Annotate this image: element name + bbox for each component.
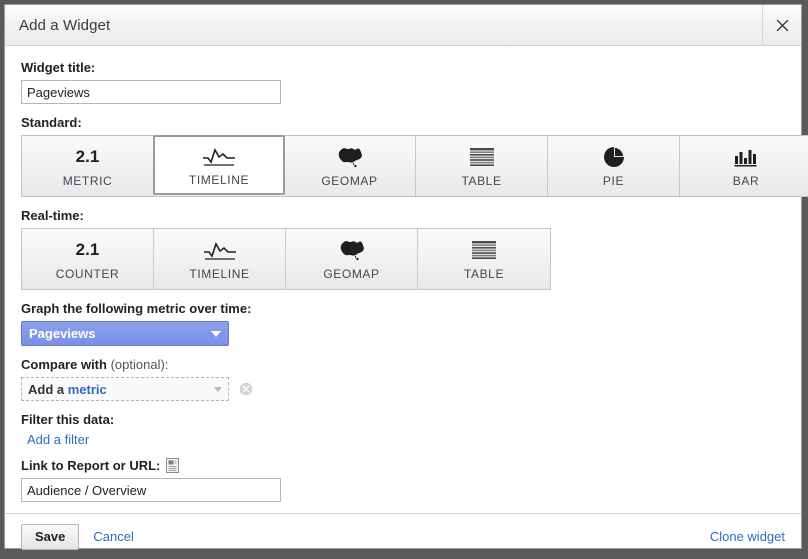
tile-label: GEOMAP	[321, 174, 378, 188]
widget-title-label: Widget title:	[21, 60, 96, 75]
tile-label: TABLE	[461, 174, 502, 188]
compare-section: Compare with (optional): Add a metric	[21, 357, 785, 401]
table-rows-icon	[468, 144, 496, 170]
link-report-label: Link to Report or URL:	[21, 458, 161, 473]
remove-circle-icon[interactable]	[239, 382, 253, 396]
number-2-1-icon: 2.1	[76, 144, 100, 170]
tile-label: COUNTER	[55, 267, 120, 281]
dialog-titlebar: Add a Widget	[5, 5, 801, 46]
compare-row: Add a metric	[21, 377, 785, 401]
metric-section: Graph the following metric over time: Pa…	[21, 301, 785, 346]
compare-label-bold: Compare with	[21, 357, 107, 372]
link-report-label-row: Link to Report or URL:	[21, 458, 785, 473]
tile-realtime-timeline[interactable]: TIMELINE	[154, 229, 286, 289]
filter-section: Filter this data: Add a filter	[21, 412, 785, 447]
australia-map-icon	[337, 237, 367, 263]
compare-metric-link[interactable]: metric	[68, 382, 107, 397]
bar-chart-icon	[733, 144, 759, 170]
tile-label: TIMELINE	[189, 267, 250, 281]
realtime-tile-row: 2.1 COUNTER TIMELINE GEOMAP TABLE	[21, 228, 551, 290]
widget-title-section: Widget title:	[21, 60, 785, 104]
tile-realtime-table[interactable]: TABLE	[418, 229, 550, 289]
tile-label: PIE	[602, 174, 625, 188]
save-button[interactable]: Save	[21, 523, 80, 550]
compare-placeholder: Add a metric	[28, 382, 214, 397]
compare-prefix: Add a	[28, 381, 65, 397]
dialog-body: Widget title: Standard: 2.1 METRIC	[5, 46, 808, 513]
tile-label: TABLE	[463, 267, 505, 281]
number-2-1-icon: 2.1	[76, 237, 100, 263]
tile-standard-table[interactable]: TABLE	[416, 136, 548, 196]
counter-number-glyph: 2.1	[75, 240, 100, 259]
metric-label: Graph the following metric over time:	[21, 301, 252, 316]
tile-standard-pie[interactable]: PIE	[548, 136, 680, 196]
cancel-link[interactable]: Cancel	[93, 529, 133, 544]
tile-label: METRIC	[62, 174, 113, 188]
close-button[interactable]	[762, 5, 801, 45]
tile-standard-geomap[interactable]: GEOMAP	[284, 136, 416, 196]
realtime-section: Real-time: 2.1 COUNTER TIMELINE GEOMAP T…	[21, 208, 785, 290]
dialog-footer: Save Cancel Clone widget	[5, 513, 801, 559]
footer-right-group: Clone widget	[710, 529, 785, 544]
close-icon	[776, 19, 789, 32]
footer-left-group: Save Cancel	[21, 523, 710, 550]
compare-label: Compare with (optional):	[21, 357, 785, 372]
tile-realtime-counter[interactable]: 2.1 COUNTER	[22, 229, 154, 289]
realtime-label: Real-time:	[21, 208, 84, 223]
compare-label-optional: (optional):	[110, 357, 169, 372]
widget-title-input[interactable]	[21, 80, 281, 104]
tile-label: GEOMAP	[323, 267, 380, 281]
tile-standard-bar[interactable]: BAR	[680, 136, 808, 196]
standard-tile-row: 2.1 METRIC TIMELINE GEOMAP TABLE PIE BAR	[21, 135, 808, 197]
link-report-section: Link to Report or URL:	[21, 458, 785, 502]
australia-map-icon	[335, 144, 365, 170]
link-report-input[interactable]	[21, 478, 281, 502]
sparkline-icon	[203, 237, 237, 263]
metric-selected-value: Pageviews	[29, 326, 96, 341]
dialog-title: Add a Widget	[19, 16, 111, 34]
standard-label: Standard:	[21, 115, 82, 130]
chevron-down-icon	[214, 386, 222, 392]
pie-chart-icon	[602, 144, 626, 170]
chevron-down-icon	[211, 330, 221, 337]
tile-standard-timeline[interactable]: TIMELINE	[153, 135, 285, 195]
metric-select[interactable]: Pageviews	[21, 321, 229, 346]
table-rows-icon	[470, 237, 498, 263]
tile-realtime-geomap[interactable]: GEOMAP	[286, 229, 418, 289]
tile-standard-metric[interactable]: 2.1 METRIC	[22, 136, 154, 196]
compare-metric-select[interactable]: Add a metric	[21, 377, 229, 401]
tile-label: BAR	[732, 174, 760, 188]
filter-label: Filter this data:	[21, 412, 115, 427]
add-filter-link[interactable]: Add a filter	[27, 432, 89, 447]
tile-label: TIMELINE	[188, 173, 250, 187]
report-document-icon[interactable]	[166, 458, 180, 473]
standard-section: Standard: 2.1 METRIC TIMELINE GEOMAP TAB…	[21, 115, 808, 197]
clone-widget-link[interactable]: Clone widget	[710, 529, 785, 544]
sparkline-icon	[202, 143, 236, 169]
metric-number-glyph: 2.1	[75, 147, 100, 166]
add-widget-dialog: Add a Widget Widget title: Standard: 2.1	[4, 4, 808, 550]
